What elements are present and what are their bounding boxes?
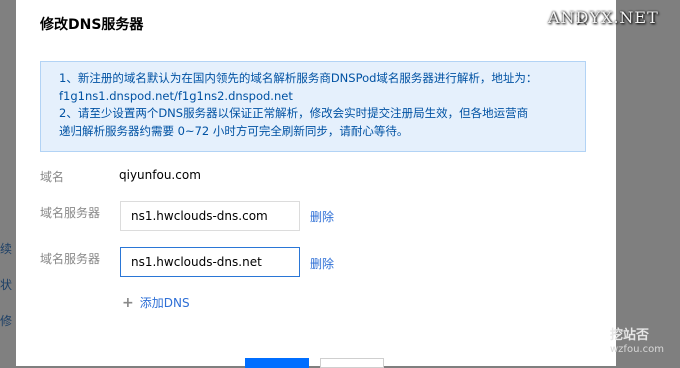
notice-line: 2、请至少设置两个DNS服务器以保证正常解析，修改会实时提交注册局生效，但各地运… [59,106,529,120]
notice-line: 1、新注册的域名默认为在国内领先的域名解析服务商DNSPod域名服务器进行解析，… [59,71,538,85]
dns-server-label: 域名服务器 [40,252,101,266]
dns-server-input-1[interactable] [120,201,300,231]
wzfou-url-watermark: wzfou.com [610,344,664,355]
modal-title: 修改DNS服务器 [40,17,144,33]
background-text: 修 [0,314,13,328]
add-dns-label: 添加DNS [139,296,190,310]
cancel-button[interactable] [320,358,384,368]
plus-icon: + [122,295,134,311]
confirm-button[interactable] [245,358,309,368]
wzfou-logo-watermark: 挖站否 [610,328,650,343]
background-page-right [616,0,680,366]
notice-line: f1g1ns1.dnspod.net/f1g1ns2.dnspod.net [59,88,293,103]
dns-server-label: 域名服务器 [40,206,101,220]
background-text: 续 [0,242,13,256]
domain-label: 域名 [40,170,65,184]
info-notice: 1、新注册的域名默认为在国内领先的域名解析服务商DNSPod域名服务器进行解析，… [40,61,586,152]
notice-line: 递归解析服务器约需要 0~72 小时方可完全刷新同步，请耐心等待。 [59,123,409,138]
dns-modal-dialog: 修改DNS服务器 × 1、新注册的域名默认为在国内领先的域名解析服务商DNSPo… [16,0,616,368]
delete-dns-1-link[interactable]: 删除 [310,208,334,225]
delete-dns-2-link[interactable]: 删除 [310,255,334,272]
dns-server-input-2[interactable] [120,247,300,277]
background-text: 状 [0,278,13,292]
domain-value: qiyunfou.com [119,168,201,182]
andyx-watermark: ANDYX.NET [548,8,659,27]
add-dns-button[interactable]: + 添加DNS [122,294,190,311]
